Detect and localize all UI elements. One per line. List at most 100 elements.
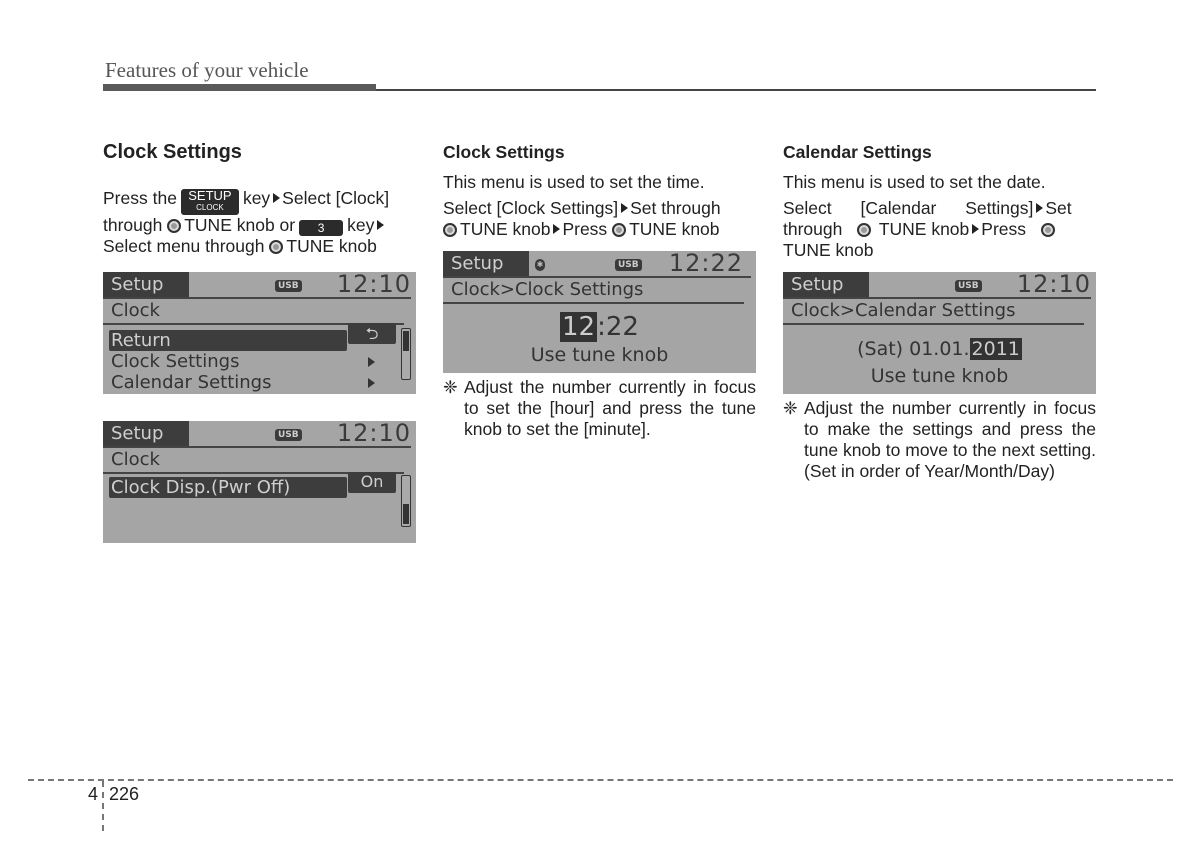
time-editor[interactable]: 12:22 [443,312,756,342]
header-rule-thick [103,84,376,91]
key-label: SETUP [188,188,232,203]
item-label: Clock Settings [111,351,240,372]
lcd-title: Clock>Calendar Settings [783,299,1084,325]
arrow-right-icon [972,224,980,234]
text: TUNE knob [286,236,377,256]
lcd-screen-clock-display: Setup USB 12:10 Clock Clock Disp.(Pwr Of… [103,421,416,543]
lcd-status-bar: Setup ✱ USB 12:22 [443,251,751,278]
note-calendar: ❈ Adjust the number currently in focus to… [783,398,1096,482]
lcd-status-bar: Setup USB 12:10 [783,272,1091,299]
scroll-thumb[interactable] [403,504,409,524]
footer-divider [102,781,104,831]
heading: Calendar Settings [783,142,932,162]
year-field[interactable]: 2011 [969,338,1022,360]
lcd-tab: Setup [103,421,189,446]
lcd-screen-clock-menu: Setup USB 12:10 Clock Return ⮌ Clock Set… [103,272,416,394]
note-text: Adjust the number currently in focus to … [804,398,1096,481]
lcd-status-bar: Setup USB 12:10 [103,272,411,299]
footer-rule [28,779,1173,781]
text: Select menu through [103,236,265,256]
heading: Clock Settings [103,141,242,163]
note-icon: ❈ [783,398,798,418]
scroll-thumb[interactable] [403,331,409,351]
text: Set [1045,198,1072,218]
chevron-right-icon [368,357,375,367]
text: Select [Calendar Settings] [783,198,1034,218]
setup-clock-key-icon: SETUP CLOCK [180,188,239,215]
text: TUNE knob [878,219,970,239]
tune-knob-icon [167,219,182,233]
text: key [242,188,271,208]
tune-knob-icon [269,240,284,254]
text: Select [Clock Settings] [443,198,619,218]
intro: This menu is used to set the date. [783,172,1046,192]
arrow-right-icon [1036,203,1044,213]
hour-field[interactable]: 12 [560,312,598,342]
text: through [103,215,163,235]
note-text: Adjust the number currently in focus to … [464,377,756,439]
minute-field[interactable]: 22 [606,312,639,342]
number-key-icon: 3 [299,220,344,236]
arrow-right-icon [377,220,385,230]
lcd-tab: Setup [443,251,529,276]
intro: This menu is used to set the time. [443,172,705,192]
lcd-title: Clock [103,299,404,325]
text: Press [981,219,1027,239]
lcd-screen-calendar-settings: Setup USB 12:10 Clock>Calendar Settings … [783,272,1096,394]
arrow-right-icon [621,203,629,213]
tune-knob-icon [612,223,627,237]
hint: Use tune knob [870,365,1009,387]
return-icon[interactable]: ⮌ [348,323,396,344]
text: TUNE knob [629,219,720,239]
lcd-tab: Setup [783,272,869,297]
item-label: Clock Disp.(Pwr Off) [111,477,291,498]
tune-knob-icon [443,223,457,237]
menu-item-clock-settings[interactable]: Clock Settings [103,351,416,372]
text: through [783,219,843,239]
usb-icon: USB [275,429,302,441]
tune-knob-icon [856,223,871,237]
bluetooth-icon: ✱ [535,259,545,271]
text: Select [Clock] [282,188,390,208]
item-label: Return [111,330,171,351]
note-icon: ❈ [443,377,458,397]
lcd-tab: Setup [103,272,189,297]
lcd-time: 12:22 [668,251,743,277]
text: Set through [630,198,721,218]
heading: Clock Settings [443,142,565,162]
usb-icon: USB [615,259,642,271]
arrow-right-icon [553,224,561,234]
text: TUNE knob [783,240,874,260]
instructions: Select [Calendar Settings] Set through TU… [783,198,1096,261]
lcd-title: Clock [103,448,404,474]
scrollbar[interactable] [401,328,411,380]
menu-item-return[interactable]: Return [109,330,347,351]
chevron-right-icon [368,378,375,388]
column-clock-menu: Clock Settings Press the SETUP CLOCK key Sel… [103,140,416,262]
tune-knob-icon [1040,223,1055,237]
date-fixed: (Sat) 01.01. [857,338,970,360]
date-editor[interactable]: (Sat) 01.01. 2011 [783,337,1096,361]
lcd-time: 12:10 [336,421,411,447]
clock-display-value[interactable]: On [348,472,396,493]
scrollbar[interactable] [401,475,411,527]
text: TUNE knob [460,219,551,239]
column-calendar-settings: Calendar Settings This menu is used to s… [783,140,1096,266]
lcd-screen-clock-settings: Setup ✱ USB 12:22 Clock>Clock Settings 1… [443,251,756,373]
key-sublabel: CLOCK [196,203,224,212]
instructions: Select [Clock Settings] Set through TUNE … [443,198,756,240]
text: TUNE knob or [184,215,296,235]
arrow-right-icon [273,193,281,203]
menu-item-calendar-settings[interactable]: Calendar Settings [103,372,416,393]
time-separator: : [597,312,606,342]
chapter-number: 4 [88,784,99,804]
item-label: Calendar Settings [111,372,272,393]
instructions: Press the SETUP CLOCK key Select [Clock] thr… [103,188,416,257]
usb-icon: USB [275,280,302,292]
column-clock-settings: Clock Settings This menu is used to set … [443,140,756,245]
menu-item-clock-display[interactable]: Clock Disp.(Pwr Off) [109,477,347,498]
note-clock: ❈ Adjust the number currently in focus to… [443,377,756,440]
text: Press the [103,188,177,208]
header-rule-thin [376,89,1096,91]
lcd-status-bar: Setup USB 12:10 [103,421,411,448]
